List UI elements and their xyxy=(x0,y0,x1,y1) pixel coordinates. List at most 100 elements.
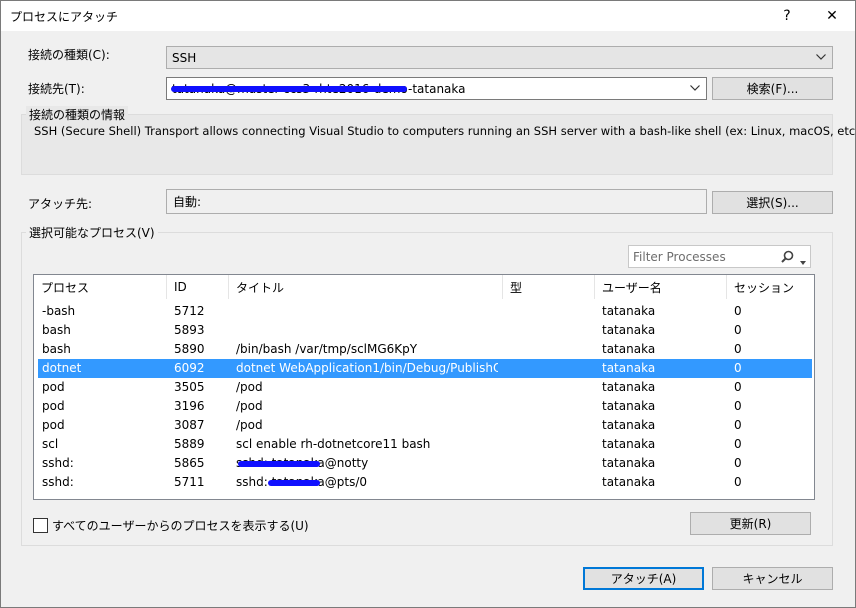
attach-to-value: 自動: xyxy=(173,195,202,209)
cell-title: /pod xyxy=(236,418,263,432)
cell-title: /pod xyxy=(236,380,263,394)
cell-user: tatanaka xyxy=(602,342,656,356)
cell-process: sshd: xyxy=(42,456,74,470)
table-row[interactable]: bash 5890/bin/bash /var/tmp/sclMG6KpY tata… xyxy=(38,340,812,359)
filter-input[interactable]: Filter Processes xyxy=(628,245,811,268)
table-row[interactable]: pod 3196/pod tatanaka 0 xyxy=(38,397,812,416)
connection-type-value: SSH xyxy=(172,50,197,65)
cell-id: 6092 xyxy=(174,361,205,375)
cell-process: scl xyxy=(42,437,59,451)
connection-type-label: 接続の種類(C): xyxy=(28,48,110,62)
connection-info-title: 接続の種類の情報 xyxy=(26,106,129,123)
cell-process: -bash xyxy=(42,304,76,318)
cell-process: pod xyxy=(42,380,65,394)
cell-title xyxy=(236,302,498,321)
cell-process: dotnet xyxy=(42,361,82,375)
table-row[interactable]: sshd:5865sshd: tatanaka@nottytatanaka0 xyxy=(38,454,812,473)
cell-session: 0 xyxy=(734,399,742,413)
processes-group-title: 選択可能なプロセス(V) xyxy=(26,224,158,241)
cell-title: dotnet WebApplication1/bin/Debug/Publish… xyxy=(236,361,498,375)
cell-user: tatanaka xyxy=(602,361,656,375)
cell-process: pod xyxy=(42,399,65,413)
show-all-users-label: すべてのユーザーからのプロセスを表示する(U) xyxy=(52,519,309,533)
cell-title: scl enable rh-dotnetcore11 bash xyxy=(236,437,431,451)
cell-session: 0 xyxy=(734,437,742,451)
filter-placeholder: Filter Processes xyxy=(633,249,726,264)
cell-user: tatanaka xyxy=(602,437,656,451)
cell-session: 0 xyxy=(734,323,742,337)
cell-user: tatanaka xyxy=(602,418,656,432)
cell-process: pod xyxy=(42,418,65,432)
cell-id: 5889 xyxy=(174,437,205,451)
cell-title: /bin/bash /var/tmp/sclMG6KpY xyxy=(236,342,418,356)
redaction-mark xyxy=(171,86,407,92)
cancel-button[interactable]: キャンセル xyxy=(712,567,833,590)
cell-user: tatanaka xyxy=(602,304,656,318)
table-row[interactable]: bash 5893 tatanaka 0 xyxy=(38,321,812,340)
column-header-process[interactable]: プロセス xyxy=(34,275,167,299)
cell-id: 3505 xyxy=(174,380,205,394)
cell-session: 0 xyxy=(734,380,742,394)
cell-id: 3087 xyxy=(174,418,205,432)
table-row[interactable]: -bash 5712 tatanaka 0 xyxy=(38,302,812,321)
cell-session: 0 xyxy=(734,342,742,356)
column-header-title[interactable]: タイトル xyxy=(229,275,503,299)
cell-id: 5712 xyxy=(174,304,205,318)
refresh-button[interactable]: 更新(R) xyxy=(690,512,811,535)
table-row[interactable]: pod 3087/pod tatanaka 0 xyxy=(38,416,812,435)
close-button[interactable]: ✕ xyxy=(811,2,853,30)
cell-id: 5893 xyxy=(174,323,205,337)
table-row[interactable]: dotnet 6092 dotnet WebApplication1/bin/Deb… xyxy=(38,359,812,378)
cell-id: 3196 xyxy=(174,399,205,413)
close-icon: ✕ xyxy=(826,8,838,24)
column-header-session[interactable]: セッション xyxy=(727,275,814,299)
show-all-users-option[interactable]: すべてのユーザーからのプロセスを表示する(U) xyxy=(33,517,309,534)
attach-button[interactable]: アタッチ(A) xyxy=(583,567,704,590)
connection-target-input[interactable]: tatanaka@master-ccs3-rhte2016-demo-tatan… xyxy=(166,77,707,100)
show-all-users-checkbox[interactable] xyxy=(33,518,48,533)
column-header-id[interactable]: ID xyxy=(167,275,229,299)
table-row[interactable]: sshd:5711sshd: tatanaka@pts/0tatanaka0 xyxy=(38,473,812,492)
cell-session: 0 xyxy=(734,361,742,375)
search-icon[interactable] xyxy=(781,250,794,266)
cell-id: 5711 xyxy=(174,475,205,489)
select-button[interactable]: 選択(S)... xyxy=(712,191,833,214)
window-title: プロセスにアタッチ xyxy=(10,10,119,24)
table-row[interactable]: scl 5889 scl enable rh-dotnetcore11 bash ta… xyxy=(38,435,812,454)
chevron-down-icon xyxy=(688,81,702,95)
cell-id: 5890 xyxy=(174,342,205,356)
cell-session: 0 xyxy=(734,304,742,318)
cell-process: sshd: xyxy=(42,475,74,489)
attach-to-value-box: 自動: xyxy=(166,189,707,214)
cell-user: tatanaka xyxy=(602,475,656,489)
cell-user: tatanaka xyxy=(602,323,656,337)
cell-session: 0 xyxy=(734,456,742,470)
redaction-mark xyxy=(268,480,320,486)
process-list[interactable]: プロセス ID タイトル 型 ユーザー名 セッション -bash 5712 tata… xyxy=(33,274,815,500)
search-button[interactable]: 検索(F)... xyxy=(712,77,833,100)
cell-user: tatanaka xyxy=(602,399,656,413)
column-header-type[interactable]: 型 xyxy=(503,275,595,299)
cell-title xyxy=(236,321,498,340)
cell-process: bash xyxy=(42,342,71,356)
chevron-down-icon[interactable] xyxy=(800,254,806,268)
connection-type-select[interactable]: SSH xyxy=(166,46,833,69)
attach-to-label: アタッチ先: xyxy=(28,197,93,211)
connection-target-label: 接続先(T): xyxy=(28,82,85,96)
chevron-down-icon xyxy=(814,50,828,64)
help-button[interactable]: ? xyxy=(766,2,808,30)
cell-session: 0 xyxy=(734,418,742,432)
cell-id: 5865 xyxy=(174,456,205,470)
process-list-header: プロセス ID タイトル 型 ユーザー名 セッション xyxy=(34,275,814,299)
column-header-user[interactable]: ユーザー名 xyxy=(595,275,727,299)
connection-info-text: SSH (Secure Shell) Transport allows conn… xyxy=(34,124,856,138)
table-row[interactable]: pod 3505/pod tatanaka 0 xyxy=(38,378,812,397)
cell-user: tatanaka xyxy=(602,456,656,470)
cell-session: 0 xyxy=(734,475,742,489)
help-icon: ? xyxy=(783,8,791,24)
title-bar: プロセスにアタッチ ? ✕ xyxy=(1,1,855,31)
cell-user: tatanaka xyxy=(602,380,656,394)
cell-title: /pod xyxy=(236,399,263,413)
redaction-mark xyxy=(238,461,320,467)
cell-process: bash xyxy=(42,323,71,337)
